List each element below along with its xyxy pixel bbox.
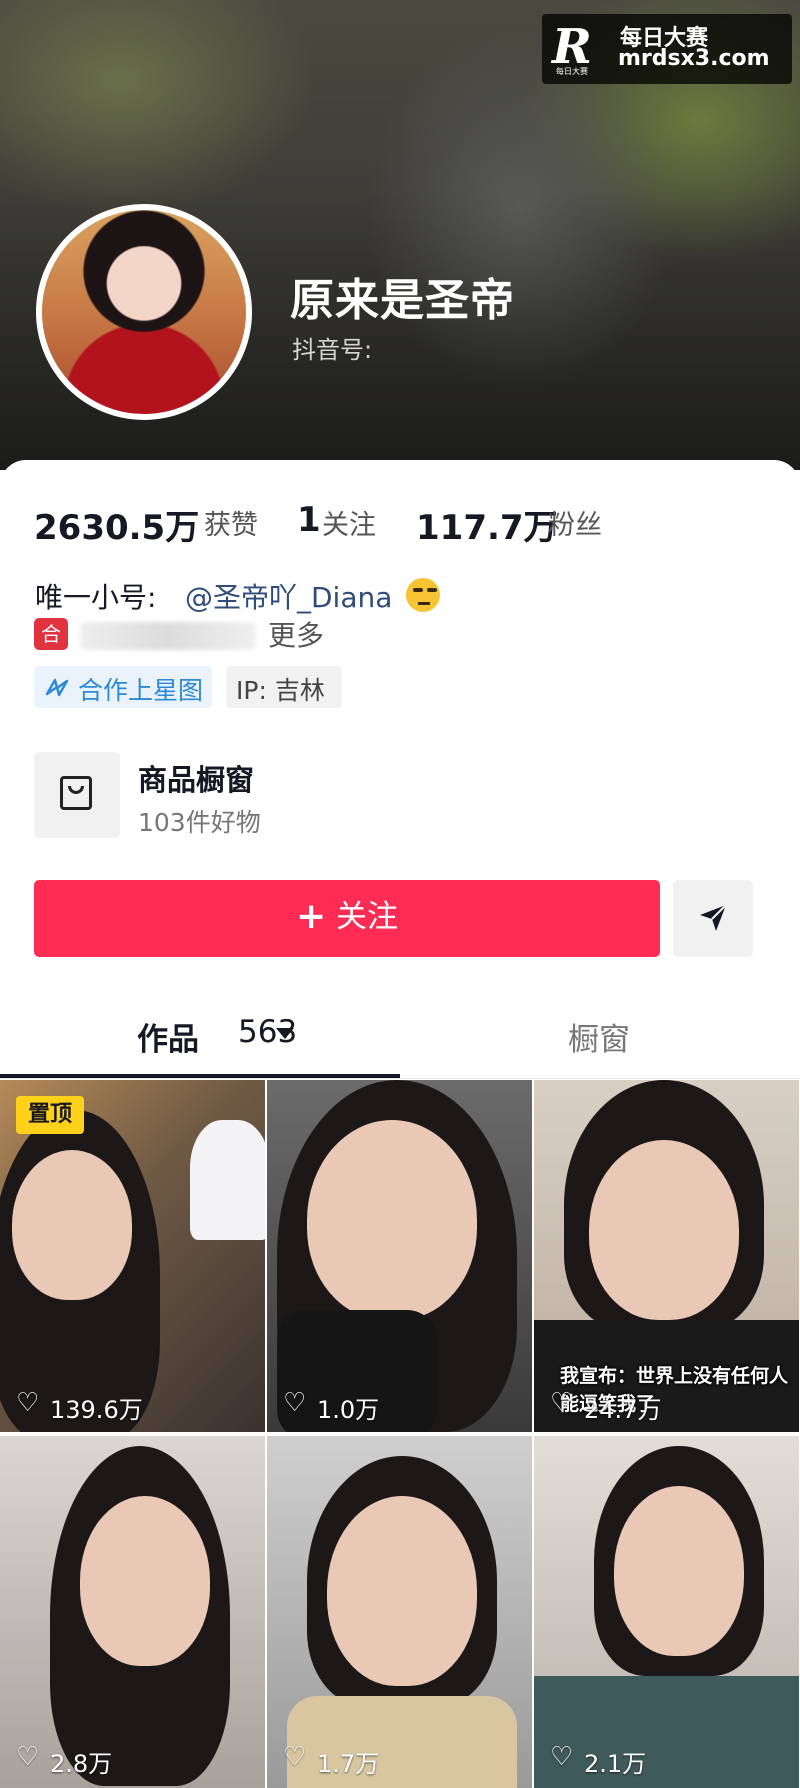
heart-icon: ♡ — [283, 1388, 307, 1418]
avatar-image — [42, 210, 246, 414]
shop-window-count: 103件好物 — [138, 808, 261, 837]
bio-blurred-text — [80, 622, 256, 650]
video-thumbnail[interactable] — [267, 1436, 532, 1788]
shop-window-title[interactable]: 商品橱窗 — [138, 757, 254, 799]
cooperation-tag-label: 合作上星图 — [78, 676, 204, 705]
likes-count[interactable]: 2630.5万 — [34, 500, 199, 549]
douyin-id-label: 抖音号: — [292, 336, 373, 364]
profile-name: 原来是圣帝 — [290, 275, 515, 326]
video-like-count: 24.7万 — [584, 1396, 662, 1424]
bio-prefix: 唯一小号: — [35, 581, 157, 614]
followers-count[interactable]: 117.7万 — [416, 500, 558, 549]
plus-icon: + — [296, 896, 327, 937]
following-count[interactable]: 1 — [297, 500, 321, 540]
video-thumbnail[interactable] — [534, 1436, 799, 1788]
emoji-eye — [413, 588, 423, 592]
watermark-logo-text: 每日大赛 — [556, 67, 588, 76]
following-label: 关注 — [322, 510, 376, 541]
grimace-emoji-icon — [406, 578, 440, 612]
xingtu-icon — [45, 678, 69, 697]
video-thumbnail[interactable] — [0, 1436, 265, 1788]
follow-button-label: 关注 — [336, 899, 398, 935]
bio-more-link[interactable]: 更多 — [268, 614, 324, 654]
caret-down-icon[interactable] — [276, 1028, 294, 1039]
heart-icon: ♡ — [16, 1388, 40, 1418]
tab-works[interactable]: 作品 — [137, 1014, 199, 1059]
video-like-count: 139.6万 — [50, 1396, 143, 1424]
likes-label: 获赞 — [204, 510, 258, 541]
pinned-badge: 置顶 — [16, 1096, 84, 1134]
heart-icon: ♡ — [550, 1388, 574, 1418]
send-icon — [700, 904, 727, 931]
video-like-count: 1.7万 — [317, 1750, 380, 1778]
tab-shop-window[interactable]: 橱窗 — [568, 1014, 630, 1059]
video-thumbnail[interactable] — [267, 1080, 532, 1432]
followers-label: 粉丝 — [548, 510, 602, 541]
ip-location-label: IP: 吉林 — [236, 676, 325, 705]
emoji-eye — [427, 588, 437, 592]
emoji-mouth — [418, 602, 430, 605]
tab-divider — [0, 1078, 800, 1079]
watermark-url: mrdsx3.com — [618, 46, 770, 71]
bio-mention-link[interactable]: @圣帝吖_Diana — [185, 576, 392, 616]
video-like-count: 1.0万 — [317, 1396, 380, 1424]
video-like-count: 2.1万 — [584, 1750, 647, 1778]
group-badge-icon: 合 — [34, 618, 68, 650]
video-like-count: 2.8万 — [50, 1750, 113, 1778]
